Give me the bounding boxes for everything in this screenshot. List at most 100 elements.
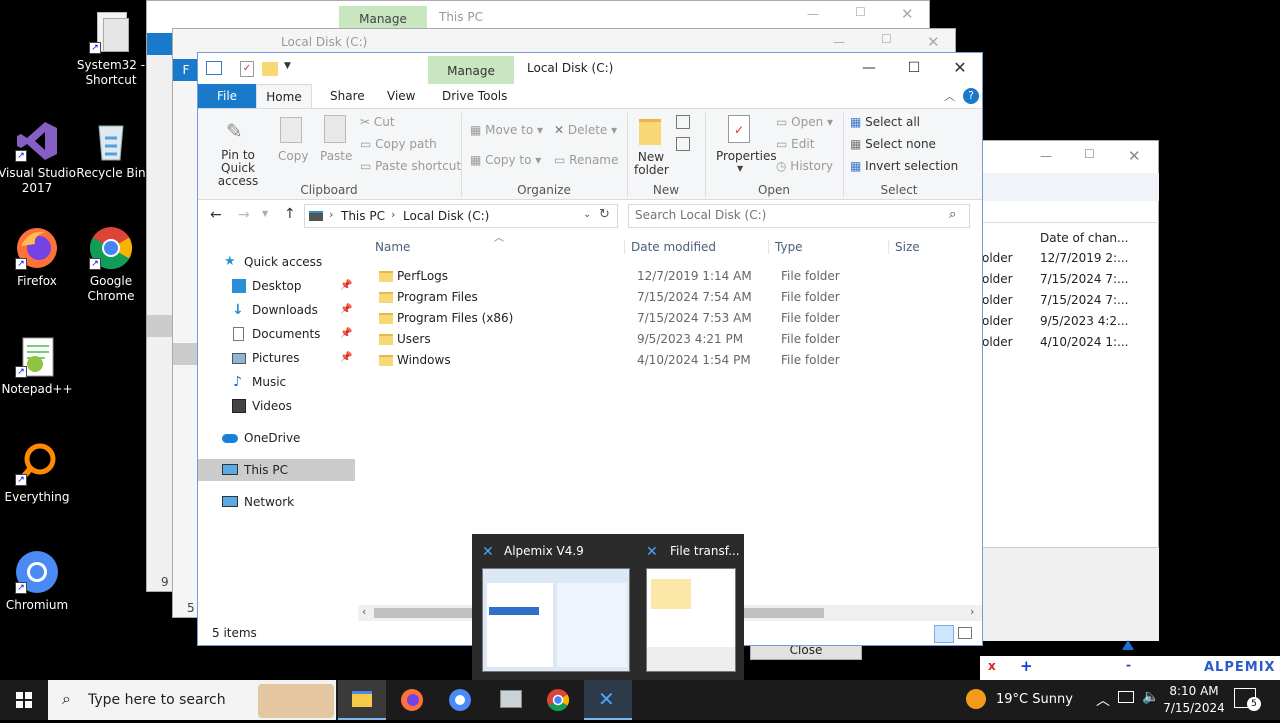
desktop-icon-visual-studio[interactable]: ↗ Visual Studio 2017 [0,118,77,196]
search-box[interactable]: ⌕ [628,204,970,228]
copy-to-button[interactable]: ▦ Copy to ▾ [470,153,541,167]
maximize-button[interactable]: ☐ [891,53,937,83]
maximize-button[interactable]: ☐ [1084,147,1095,161]
check-qat-icon[interactable]: ✓ [240,61,254,77]
properties-qat-icon[interactable] [206,61,222,75]
desktop-icon-chromium[interactable]: ↗ Chromium [0,550,77,613]
nav-music[interactable]: ♪ Music [198,371,358,393]
volume-icon[interactable]: 🔈 [1142,689,1159,705]
easy-access-icon[interactable] [676,137,690,151]
delete-button[interactable]: ✕ Delete ▾ [554,123,617,137]
folder-qat-icon[interactable] [262,62,278,76]
address-bar[interactable]: › This PC › Local Disk (C:) ⌄ ↻ [304,204,618,228]
preview-item-alpemix[interactable]: ✕ Alpemix V4.9 [478,540,634,674]
window-file-transfer[interactable]: — ☐ ✕ Date of chan... older 12/7/2019 2:… [982,140,1159,641]
column-header-date[interactable]: Date modified [624,240,764,254]
file-row[interactable]: Program Files 7/15/2024 7:54 AM File fol… [358,287,958,308]
column-header-name[interactable]: Name [375,240,410,254]
copy-button[interactable]: Copy [278,149,308,163]
open-button[interactable]: ▭ Open ▾ [776,115,833,129]
nav-documents[interactable]: Documents 📌 [198,323,358,345]
nav-quick-access[interactable]: ★ Quick access [198,251,358,273]
select-all-button[interactable]: ▦ Select all [850,115,920,129]
taskbar-file-explorer[interactable] [338,680,386,720]
nav-this-pc[interactable]: This PC [198,459,355,481]
edit-button[interactable]: ▭ Edit [776,137,814,151]
file-row[interactable]: Users 9/5/2023 4:21 PM File folder [358,329,958,350]
column-date-header[interactable]: Date of chan... [1040,231,1128,245]
select-none-button[interactable]: ▦ Select none [850,137,936,151]
desktop-icon-notepadpp[interactable]: ↗ Notepad++ [0,334,77,397]
minimize-button[interactable]: — [833,35,845,49]
move-to-button[interactable]: ▦ Move to ▾ [470,123,543,137]
notification-center-button[interactable]: 5 [1234,688,1261,711]
details-view-icon[interactable] [934,625,954,643]
pin-icon[interactable]: 📌 [340,347,352,369]
up-arrow-icon[interactable] [1122,640,1134,650]
back-arrow-icon[interactable]: ← [210,207,222,223]
network-icon[interactable] [1118,691,1134,703]
taskbar-chrome[interactable] [534,680,582,720]
taskbar-alpemix[interactable]: ✕ [584,680,632,720]
invert-selection-button[interactable]: ▦ Invert selection [850,159,958,173]
desktop-icon-firefox[interactable]: ↗ Firefox [0,226,77,289]
pin-icon[interactable]: 📌 [340,299,352,321]
pin-icon[interactable]: 📌 [340,275,352,297]
tab-view[interactable]: View [379,84,423,108]
close-button[interactable]: ✕ [927,33,940,51]
properties-button[interactable]: Properties [716,149,777,163]
close-button[interactable]: ✕ [901,5,914,23]
help-icon[interactable]: ? [963,88,979,104]
manage-tab[interactable]: Manage [428,56,514,85]
minimize-button[interactable]: — [1040,149,1052,163]
clock[interactable]: 8:10 AM 7/15/2024 [1162,683,1226,717]
nav-videos[interactable]: Videos [198,395,358,417]
desktop-icon-system32[interactable]: ↗ System32 - Shortcut [71,10,151,88]
paste-button[interactable]: Paste [320,149,352,163]
taskbar-firefox[interactable] [388,680,436,720]
nav-downloads[interactable]: ↓ Downloads 📌 [198,299,358,321]
recent-locations-icon[interactable]: ▼ [262,209,268,218]
nav-pictures[interactable]: Pictures 📌 [198,347,358,369]
weather-widget[interactable]: 19°C Sunny [962,680,1082,720]
refresh-icon[interactable]: ↻ [599,207,610,222]
desktop-icon-chrome[interactable]: ↗ Google Chrome [71,226,151,304]
scroll-left-icon[interactable]: ‹ [362,605,366,618]
scroll-right-icon[interactable]: › [970,605,974,618]
large-icons-view-icon[interactable] [958,627,972,639]
chevron-up-icon[interactable]: ︿ [1096,690,1110,710]
column-header-type[interactable]: Type [768,240,888,254]
maximize-button[interactable]: ☐ [881,32,892,46]
pin-icon[interactable]: 📌 [340,323,352,345]
file-tab[interactable] [147,33,173,55]
chevron-down-icon[interactable]: ⌄ [583,209,591,220]
tab-drive-tools[interactable]: Drive Tools [434,84,515,108]
minimize-button[interactable]: — [846,53,892,83]
close-button[interactable]: ✕ [937,53,983,83]
copy-path-button[interactable]: ▭ Copy path [360,137,437,151]
history-button[interactable]: ◷ History [776,159,833,173]
plus-icon[interactable]: + [1020,657,1033,675]
file-row[interactable]: PerfLogs 12/7/2019 1:14 AM File folder [358,266,958,287]
tab-home[interactable]: Home [256,84,312,108]
forward-arrow-icon[interactable]: → [238,207,250,223]
chevron-down-icon[interactable]: ▼ [284,61,291,71]
maximize-button[interactable]: ☐ [855,5,866,19]
breadcrumb-local-disk[interactable]: Local Disk (C:) [403,209,489,223]
search-input[interactable] [635,208,935,222]
nav-desktop[interactable]: Desktop 📌 [198,275,358,297]
tab-file[interactable]: File [198,84,256,108]
rename-button[interactable]: ▭ Rename [554,153,618,167]
new-item-icon[interactable] [676,115,690,129]
column-header-size[interactable]: Size [888,240,968,254]
minus-icon[interactable]: - [1126,658,1131,672]
taskbar-chromium[interactable] [436,680,484,720]
start-button[interactable] [0,680,48,720]
new-folder-button[interactable]: New folder [634,151,669,177]
close-button[interactable]: ✕ [1128,147,1141,165]
minimize-button[interactable]: — [807,7,819,21]
up-arrow-icon[interactable]: ↑ [284,206,296,222]
nav-onedrive[interactable]: OneDrive [198,427,358,449]
search-box[interactable]: ⌕ Type here to search [48,680,336,720]
desktop-icon-everything[interactable]: ↗ Everything [0,442,77,505]
